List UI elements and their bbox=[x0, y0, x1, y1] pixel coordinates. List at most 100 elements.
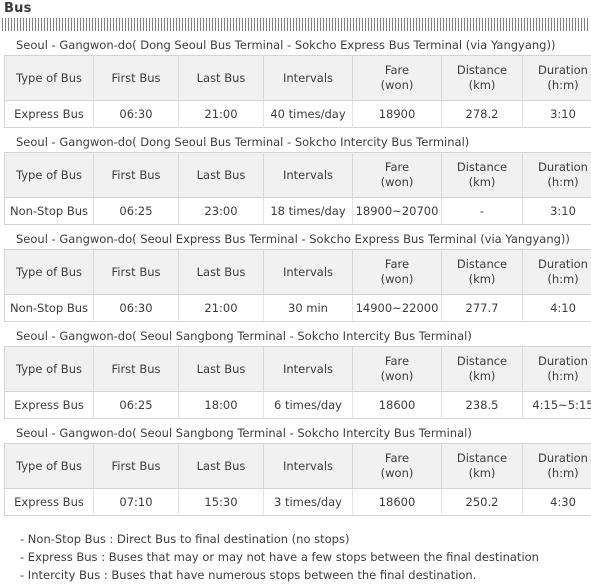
column-header-intervals: Intervals bbox=[264, 444, 353, 489]
column-header-distance-unit: (km) bbox=[444, 369, 520, 384]
cell-distance: 238.5 bbox=[442, 392, 523, 419]
cell-duration: 4:15~5:15 bbox=[523, 392, 591, 419]
column-header-duration: Duration (h:m) bbox=[523, 56, 591, 101]
cell-distance: 277.7 bbox=[442, 295, 523, 322]
cell-last-bus: 21:00 bbox=[179, 295, 264, 322]
table-row: Express Bus 07:10 15:30 3 times/day 1860… bbox=[5, 489, 591, 516]
column-header-type-of-bus: Type of Bus bbox=[5, 56, 94, 101]
column-header-duration-unit: (h:m) bbox=[525, 466, 591, 481]
column-header-duration: Duration (h:m) bbox=[523, 250, 591, 295]
route-caption: Seoul - Gangwon-do( Seoul Sangbong Termi… bbox=[0, 328, 591, 344]
cell-duration: 3:10 bbox=[523, 198, 591, 225]
column-header-type-of-bus: Type of Bus bbox=[5, 347, 94, 392]
column-header-first-bus: First Bus bbox=[94, 444, 179, 489]
cell-intervals: 30 min bbox=[264, 295, 353, 322]
bus-schedule-table: Type of Bus First Bus Last Bus Intervals… bbox=[4, 346, 591, 419]
column-header-intervals: Intervals bbox=[264, 250, 353, 295]
cell-duration: 4:30 bbox=[523, 489, 591, 516]
cell-duration: 3:10 bbox=[523, 101, 591, 128]
column-header-last-bus: Last Bus bbox=[179, 347, 264, 392]
route-caption: Seoul - Gangwon-do( Seoul Express Bus Te… bbox=[0, 231, 591, 247]
column-header-last-bus: Last Bus bbox=[179, 153, 264, 198]
cell-first-bus: 06:30 bbox=[94, 295, 179, 322]
column-header-last-bus: Last Bus bbox=[179, 444, 264, 489]
table-header-row: Type of Bus First Bus Last Bus Intervals… bbox=[5, 250, 591, 295]
cell-fare: 18900~20700 bbox=[353, 198, 442, 225]
column-header-fare-unit: (won) bbox=[355, 78, 439, 93]
column-header-intervals: Intervals bbox=[264, 347, 353, 392]
cell-distance: 278.2 bbox=[442, 101, 523, 128]
cell-type-of-bus: Non-Stop Bus bbox=[5, 295, 94, 322]
table-header-row: Type of Bus First Bus Last Bus Intervals… bbox=[5, 153, 591, 198]
cell-last-bus: 18:00 bbox=[179, 392, 264, 419]
route-caption: Seoul - Gangwon-do( Dong Seoul Bus Termi… bbox=[0, 37, 591, 53]
column-header-distance-main: Distance bbox=[444, 257, 520, 272]
table-row: Express Bus 06:25 18:00 6 times/day 1860… bbox=[5, 392, 591, 419]
column-header-distance: Distance (km) bbox=[442, 56, 523, 101]
cell-intervals: 18 times/day bbox=[264, 198, 353, 225]
column-header-duration: Duration (h:m) bbox=[523, 444, 591, 489]
column-header-duration-unit: (h:m) bbox=[525, 369, 591, 384]
cell-distance: 250.2 bbox=[442, 489, 523, 516]
column-header-intervals: Intervals bbox=[264, 56, 353, 101]
column-header-duration-unit: (h:m) bbox=[525, 175, 591, 190]
cell-first-bus: 06:25 bbox=[94, 198, 179, 225]
bus-schedule-table: Type of Bus First Bus Last Bus Intervals… bbox=[4, 443, 591, 516]
cell-intervals: 40 times/day bbox=[264, 101, 353, 128]
bus-route-section: Seoul - Gangwon-do( Seoul Sangbong Termi… bbox=[0, 425, 591, 516]
column-header-fare-main: Fare bbox=[355, 160, 439, 175]
column-header-type-of-bus: Type of Bus bbox=[5, 153, 94, 198]
cell-type-of-bus: Express Bus bbox=[5, 101, 94, 128]
column-header-distance-unit: (km) bbox=[444, 272, 520, 287]
table-header-row: Type of Bus First Bus Last Bus Intervals… bbox=[5, 347, 591, 392]
column-header-fare-unit: (won) bbox=[355, 466, 439, 481]
column-header-fare-main: Fare bbox=[355, 354, 439, 369]
column-header-distance-main: Distance bbox=[444, 354, 520, 369]
column-header-duration-unit: (h:m) bbox=[525, 78, 591, 93]
column-header-fare: Fare (won) bbox=[353, 56, 442, 101]
bus-route-section: Seoul - Gangwon-do( Seoul Sangbong Termi… bbox=[0, 328, 591, 419]
cell-last-bus: 15:30 bbox=[179, 489, 264, 516]
page-title: Bus bbox=[0, 0, 591, 16]
column-header-intervals: Intervals bbox=[264, 153, 353, 198]
cell-last-bus: 21:00 bbox=[179, 101, 264, 128]
column-header-duration: Duration (h:m) bbox=[523, 153, 591, 198]
cell-intervals: 6 times/day bbox=[264, 392, 353, 419]
cell-fare: 18900 bbox=[353, 101, 442, 128]
column-header-distance-main: Distance bbox=[444, 160, 520, 175]
column-header-last-bus: Last Bus bbox=[179, 56, 264, 101]
cell-intervals: 3 times/day bbox=[264, 489, 353, 516]
bus-route-section: Seoul - Gangwon-do( Dong Seoul Bus Termi… bbox=[0, 134, 591, 225]
cell-first-bus: 06:25 bbox=[94, 392, 179, 419]
column-header-fare: Fare (won) bbox=[353, 347, 442, 392]
column-header-last-bus: Last Bus bbox=[179, 250, 264, 295]
table-row: Non-Stop Bus 06:30 21:00 30 min 14900~22… bbox=[5, 295, 591, 322]
column-header-distance: Distance (km) bbox=[442, 250, 523, 295]
column-header-first-bus: First Bus bbox=[94, 347, 179, 392]
column-header-duration: Duration (h:m) bbox=[523, 347, 591, 392]
striped-divider-icon bbox=[2, 18, 589, 31]
column-header-distance-unit: (km) bbox=[444, 175, 520, 190]
cell-duration: 4:10 bbox=[523, 295, 591, 322]
cell-fare: 18600 bbox=[353, 392, 442, 419]
column-header-distance: Distance (km) bbox=[442, 347, 523, 392]
legend-notes: - Non-Stop Bus : Direct Bus to final des… bbox=[0, 530, 591, 584]
column-header-fare-main: Fare bbox=[355, 257, 439, 272]
column-header-distance-unit: (km) bbox=[444, 466, 520, 481]
column-header-duration-main: Duration bbox=[525, 160, 591, 175]
route-caption: Seoul - Gangwon-do( Dong Seoul Bus Termi… bbox=[0, 134, 591, 150]
cell-type-of-bus: Non-Stop Bus bbox=[5, 198, 94, 225]
column-header-duration-main: Duration bbox=[525, 257, 591, 272]
column-header-first-bus: First Bus bbox=[94, 153, 179, 198]
note-express-bus: - Express Bus : Buses that may or may no… bbox=[20, 548, 591, 566]
column-header-duration-main: Duration bbox=[525, 354, 591, 369]
column-header-distance: Distance (km) bbox=[442, 444, 523, 489]
column-header-fare: Fare (won) bbox=[353, 444, 442, 489]
column-header-duration-unit: (h:m) bbox=[525, 272, 591, 287]
table-row: Express Bus 06:30 21:00 40 times/day 189… bbox=[5, 101, 591, 128]
column-header-distance-main: Distance bbox=[444, 451, 520, 466]
column-header-fare: Fare (won) bbox=[353, 250, 442, 295]
cell-last-bus: 23:00 bbox=[179, 198, 264, 225]
bus-timetable-page: Bus Seoul - Gangwon-do( Dong Seoul Bus T… bbox=[0, 0, 591, 575]
cell-fare: 14900~22000 bbox=[353, 295, 442, 322]
